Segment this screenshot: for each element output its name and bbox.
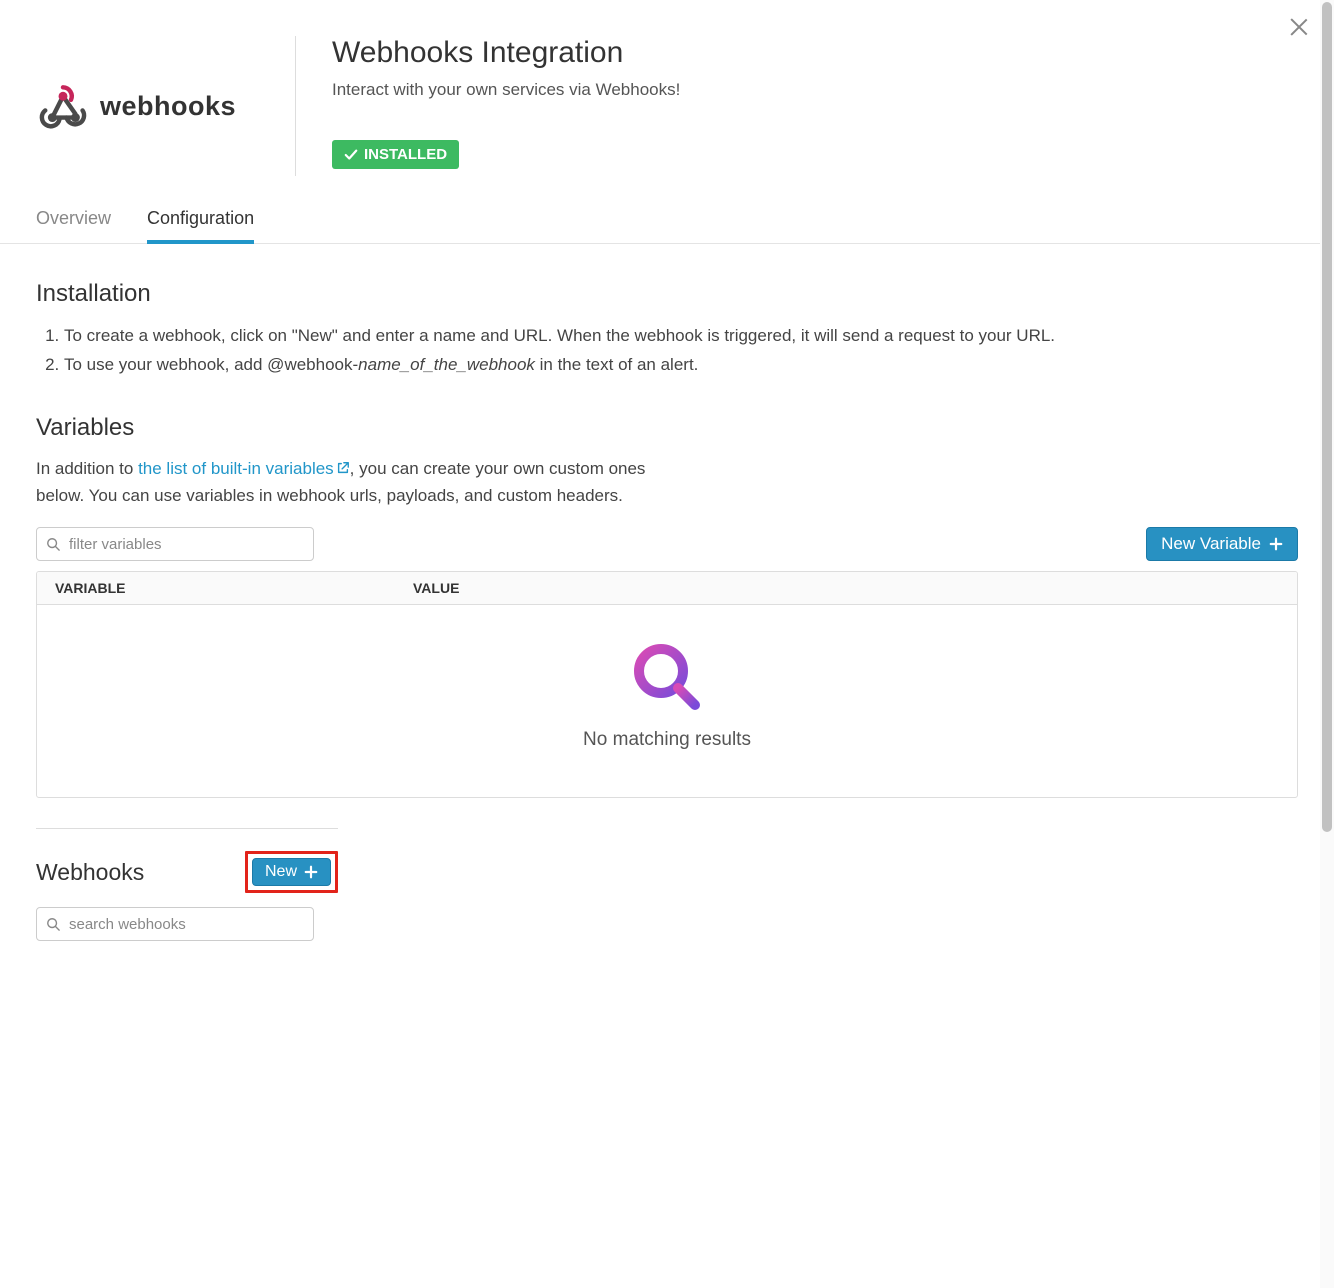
new-webhook-label: New xyxy=(265,863,297,881)
page-title: Webhooks Integration xyxy=(332,36,1298,70)
search-webhooks-input[interactable] xyxy=(36,907,314,941)
scrollbar-thumb[interactable] xyxy=(1322,2,1332,832)
installation-title: Installation xyxy=(36,280,1298,308)
webhooks-logo-icon xyxy=(36,82,90,130)
search-icon xyxy=(46,917,60,931)
check-icon xyxy=(344,148,358,162)
variables-title: Variables xyxy=(36,414,1298,442)
installation-section: Installation To create a webhook, click … xyxy=(36,280,1298,378)
tabs: Overview Configuration xyxy=(0,196,1334,244)
new-variable-button[interactable]: New Variable xyxy=(1146,527,1298,561)
header: webhooks Webhooks Integration Interact w… xyxy=(36,0,1298,196)
installation-step-2: To use your webhook, add @webhook-name_o… xyxy=(64,351,1298,378)
new-webhook-button[interactable]: New xyxy=(252,858,331,886)
webhooks-divider xyxy=(36,828,338,829)
installation-step-1: To create a webhook, click on "New" and … xyxy=(64,322,1298,349)
search-webhooks-wrap xyxy=(36,907,314,941)
plus-icon xyxy=(304,865,318,879)
close-icon[interactable] xyxy=(1288,16,1310,38)
magnifier-icon xyxy=(631,641,703,713)
tab-overview[interactable]: Overview xyxy=(36,196,111,243)
column-value: VALUE xyxy=(413,580,1279,596)
installed-badge: INSTALLED xyxy=(332,140,459,169)
variables-empty-state: No matching results xyxy=(37,605,1297,797)
scrollbar-track xyxy=(1320,0,1334,1288)
logo: webhooks xyxy=(36,36,296,176)
search-icon xyxy=(46,537,60,551)
plus-icon xyxy=(1269,537,1283,551)
installed-badge-label: INSTALLED xyxy=(364,146,447,163)
variables-section: Variables In addition to the list of bui… xyxy=(36,414,1298,798)
filter-variables-input[interactable] xyxy=(36,527,314,561)
variables-table-header: VARIABLE VALUE xyxy=(37,572,1297,605)
variables-intro: In addition to the list of built-in vari… xyxy=(36,456,676,509)
no-results-text: No matching results xyxy=(583,729,751,751)
webhooks-title: Webhooks xyxy=(36,859,144,886)
new-variable-label: New Variable xyxy=(1161,534,1261,554)
external-link-icon xyxy=(336,461,350,475)
filter-variables-wrap xyxy=(36,527,314,561)
webhooks-header: Webhooks New xyxy=(36,851,338,893)
page-subtitle: Interact with your own services via Webh… xyxy=(332,80,1298,100)
logo-text: webhooks xyxy=(100,91,236,122)
new-button-highlight: New xyxy=(245,851,338,893)
builtin-variables-link[interactable]: the list of built-in variables xyxy=(138,459,350,478)
tab-configuration[interactable]: Configuration xyxy=(147,196,254,243)
column-variable: VARIABLE xyxy=(55,580,413,596)
variables-table: VARIABLE VALUE No matching results xyxy=(36,571,1298,798)
